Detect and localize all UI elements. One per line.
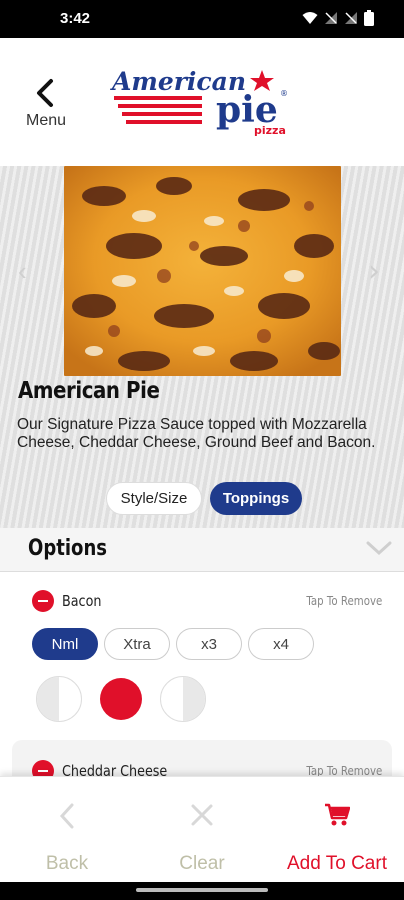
item-title: American Pie — [18, 378, 160, 404]
menu-label: Menu — [25, 112, 67, 129]
clear-label: Clear — [179, 853, 225, 874]
tab-toppings[interactable]: Toppings — [210, 482, 302, 515]
topping-row-bacon: Bacon Tap To Remove Nml Xtra x3 x4 — [0, 580, 404, 740]
carousel-prev-icon[interactable]: ‹ — [18, 256, 27, 287]
remove-topping-icon[interactable] — [32, 590, 54, 612]
placement-whole-icon[interactable] — [100, 678, 142, 720]
options-title: Options — [28, 536, 108, 561]
no-signal-icon — [325, 12, 337, 24]
american-pie-logo: American pie ® pizza — [110, 67, 288, 136]
cart-icon — [325, 803, 350, 826]
placement-right-half-icon[interactable] — [160, 676, 206, 722]
logo-stripes — [114, 96, 202, 124]
tab-style-size[interactable]: Style/Size — [106, 482, 202, 515]
options-header[interactable]: Options — [0, 528, 404, 572]
placement-selector — [36, 676, 206, 722]
clear-button[interactable]: Clear — [135, 777, 269, 883]
placement-left-half-icon[interactable] — [36, 676, 82, 722]
no-signal-icon — [345, 12, 357, 24]
add-to-cart-button[interactable]: Add To Cart — [270, 777, 404, 883]
status-icons — [302, 10, 374, 26]
back-button[interactable]: Back — [0, 777, 134, 883]
chevron-left-icon — [59, 803, 74, 829]
system-nav-bar — [0, 882, 404, 900]
amount-option-x3[interactable]: x3 — [176, 628, 242, 660]
chevron-down-icon — [366, 541, 392, 556]
pizza-photo — [64, 166, 341, 376]
amount-option-nml[interactable]: Nml — [32, 628, 98, 660]
topping-name: Bacon — [62, 592, 102, 610]
back-arrow-icon — [37, 79, 53, 107]
amount-option-x4[interactable]: x4 — [248, 628, 314, 660]
wifi-icon — [302, 12, 318, 24]
status-time: 3:42 — [60, 10, 91, 27]
battery-icon — [364, 10, 374, 26]
item-description: Our Signature Pizza Sauce topped with Mo… — [17, 416, 376, 451]
back-label: Back — [45, 853, 89, 874]
amount-selector: Nml Xtra x3 x4 — [32, 628, 314, 660]
carousel-next-icon[interactable]: › — [368, 254, 380, 289]
bottom-action-bar: Back Clear Add To Cart — [0, 776, 404, 882]
status-bar: 3:42 — [0, 0, 404, 38]
menu-button[interactable]: Menu — [18, 78, 74, 134]
svg-text:®: ® — [280, 89, 288, 98]
tap-to-remove-hint[interactable]: Tap To Remove — [306, 594, 382, 608]
add-to-cart-label: Add To Cart — [287, 853, 387, 874]
amount-option-xtra[interactable]: Xtra — [104, 628, 170, 660]
app-header: Menu American pie ® pizza — [0, 38, 404, 166]
svg-text:pizza: pizza — [254, 124, 286, 136]
item-tabs: Style/Size Toppings — [106, 482, 302, 515]
close-icon — [191, 804, 213, 826]
home-indicator[interactable] — [136, 888, 268, 892]
item-hero: ‹ › American Pie Our Signature Pizza Sau… — [0, 166, 404, 528]
